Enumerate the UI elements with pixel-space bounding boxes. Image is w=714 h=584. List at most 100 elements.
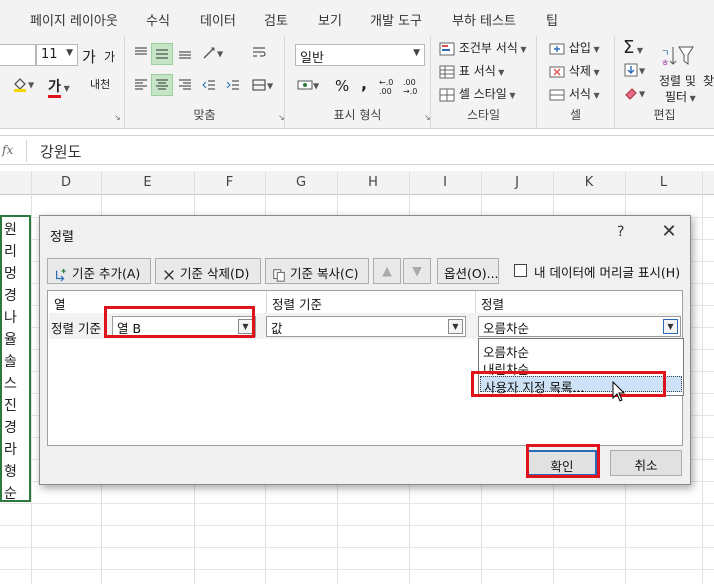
options-button[interactable]: 옵션(O)... [437, 258, 499, 284]
font-size-combo[interactable]: 11 ▼ [36, 44, 78, 66]
tab-developer[interactable]: 개발 도구 [370, 10, 422, 29]
styles-group-label: 스타일 [466, 108, 501, 122]
selected-range[interactable]: 원 리 멍 경 나 율 솔 스 진 경 라 형 순 [0, 215, 31, 502]
tab-view[interactable]: 보기 [318, 10, 342, 29]
table-format-label: 표 서식 [458, 64, 496, 78]
font-color-label: 가 [48, 79, 61, 98]
decrease-decimal-button[interactable]: .00 →.0 [403, 78, 425, 96]
accounting-format-button[interactable]: ▼ [297, 77, 319, 93]
tab-page-layout[interactable]: 페이지 레이아웃 [30, 10, 118, 29]
sort-filter-label-2-text: 필터 [665, 90, 688, 104]
number-dialog-launcher-icon[interactable]: ↘ [424, 113, 431, 122]
fill-down-icon [624, 63, 638, 77]
align-top-icon [135, 47, 147, 55]
cell[interactable]: 리 [4, 241, 17, 261]
function-icon[interactable]: fx [2, 143, 13, 157]
cells-group-label: 셀 [569, 108, 582, 122]
font-dialog-launcher-icon[interactable]: ↘ [114, 113, 121, 122]
conditional-formatting-button[interactable]: 조건부 서식 ▼ [439, 39, 527, 57]
column-header-h[interactable]: H [337, 175, 409, 190]
cond-format-label: 조건부 서식 [458, 41, 518, 55]
cell[interactable]: 원 [4, 219, 17, 239]
sort-filter-icon-button[interactable]: ㄱㅎ [661, 44, 695, 71]
sort-on-select[interactable]: 값 ▼ [266, 316, 466, 337]
delete-cells-button[interactable]: 삭제 ▼ [549, 62, 600, 80]
align-center-button[interactable] [151, 74, 173, 96]
clear-button[interactable]: ▼ [623, 85, 645, 101]
phonetic-button[interactable]: 내천 [90, 76, 110, 92]
column-header-g[interactable]: G [265, 175, 337, 190]
merge-center-button[interactable]: ▼ [251, 77, 273, 93]
fill-color-button[interactable]: ▼ [12, 76, 34, 92]
font-shrink-button[interactable]: 가 [104, 48, 115, 65]
align-bottom-button[interactable] [177, 45, 193, 61]
column-header-e[interactable]: E [101, 175, 194, 190]
column-header-l[interactable]: L [625, 175, 702, 190]
font-color-button[interactable]: 가 ▼ [48, 76, 70, 98]
column-header-f[interactable]: F [194, 175, 265, 190]
delete-level-button[interactable]: 기준 삭제(D) [155, 258, 261, 284]
tab-data[interactable]: 데이터 [200, 10, 236, 29]
cell[interactable]: 진 [4, 395, 17, 415]
header-checkbox-label[interactable]: 내 데이터에 머리글 표시(H) [534, 262, 680, 281]
decrease-indent-button[interactable] [201, 77, 217, 93]
format-cells-button[interactable]: 서식 ▼ [549, 85, 600, 103]
tab-tips[interactable]: 팁 [546, 10, 558, 29]
highlight-ok-button [526, 444, 600, 478]
column-header-k[interactable]: K [553, 175, 625, 190]
autosum-button[interactable]: Σ ▼ [623, 37, 643, 58]
cell-style-label: 셀 스타일 [458, 87, 507, 101]
cell[interactable]: 경 [4, 285, 17, 305]
align-middle-button[interactable] [151, 43, 173, 65]
cell[interactable]: 솔 [4, 351, 17, 371]
increase-decimal-button[interactable]: ←.0 .00 [379, 78, 401, 96]
font-grow-button[interactable]: 가 [82, 46, 96, 67]
move-up-button[interactable]: ▲ [373, 258, 401, 284]
number-format-combo[interactable]: 일반 ▼ [295, 44, 425, 66]
increase-indent-button[interactable] [225, 77, 241, 93]
orientation-button[interactable]: ▼ [201, 45, 223, 61]
alignment-dialog-launcher-icon[interactable]: ↘ [278, 113, 285, 122]
fill-button[interactable]: ▼ [623, 62, 645, 78]
align-right-button[interactable] [177, 77, 193, 93]
cell[interactable]: 멍 [4, 263, 17, 283]
header-checkbox[interactable] [514, 264, 527, 277]
delete-label: 삭제 [568, 64, 591, 78]
format-as-table-button[interactable]: 표 서식 ▼ [439, 62, 504, 80]
order-select[interactable]: 오름차순 ▼ [478, 316, 681, 337]
chevron-down-icon: ▼ [66, 48, 73, 58]
help-icon[interactable]: ? [617, 224, 624, 240]
wrap-text-button[interactable] [251, 45, 267, 61]
grid-line [0, 525, 714, 526]
cell[interactable]: 스 [4, 373, 17, 393]
comma-style-button[interactable]: , [361, 74, 367, 93]
cancel-button[interactable]: 취소 [610, 450, 682, 476]
column-header-d[interactable]: D [31, 175, 101, 190]
column-header-i[interactable]: I [409, 175, 481, 190]
column-header-j[interactable]: J [481, 175, 553, 190]
copy-icon [273, 268, 285, 282]
cell[interactable]: 형 [4, 461, 17, 481]
tab-formulas[interactable]: 수식 [146, 10, 170, 29]
add-level-button[interactable]: 기준 추가(A) [47, 258, 151, 284]
sort-filter-label-2[interactable]: 필터 ▼ [665, 88, 696, 105]
find-select-label[interactable]: 찾 [703, 72, 714, 89]
copy-level-button[interactable]: 기준 복사(C) [265, 258, 369, 284]
move-down-button[interactable]: ▼ [403, 258, 431, 284]
cell[interactable]: 순 [4, 483, 17, 503]
cell[interactable]: 경 [4, 417, 17, 437]
cell-styles-button[interactable]: 셀 스타일 ▼ [439, 85, 516, 103]
tab-review[interactable]: 검토 [264, 10, 288, 29]
align-top-button[interactable] [133, 45, 149, 61]
tab-load-test[interactable]: 부하 테스트 [452, 10, 516, 29]
cell[interactable]: 라 [4, 439, 17, 459]
align-left-button[interactable] [133, 77, 149, 93]
percent-style-button[interactable]: % [335, 77, 349, 95]
cell[interactable]: 율 [4, 329, 17, 349]
close-icon[interactable]: ✕ [656, 221, 682, 242]
cell[interactable]: 나 [4, 307, 17, 327]
font-name-combo[interactable] [0, 44, 36, 66]
insert-cells-button[interactable]: 삽입 ▼ [549, 39, 600, 57]
formula-input[interactable]: 강원도 [40, 141, 81, 162]
sigma-icon: Σ [623, 37, 635, 58]
